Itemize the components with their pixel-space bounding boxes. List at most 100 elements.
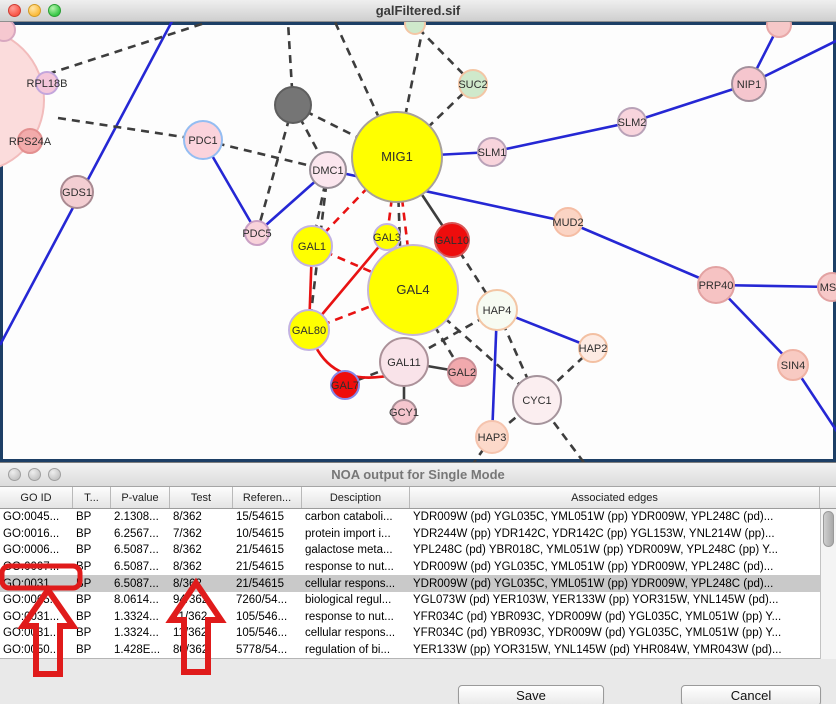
- cell: YFR034C (pd) YBR093C, YDR009W (pd) YGL03…: [410, 611, 820, 623]
- node-label-HAP4: HAP4: [483, 305, 512, 317]
- cell: 6.5087...: [111, 544, 170, 556]
- cell: BP: [73, 511, 111, 523]
- edge: [632, 84, 749, 122]
- table-row[interactable]: GO:0045...BP2.1308...8/36215/54615carbon…: [0, 509, 836, 526]
- table-row[interactable]: GO:0065...BP8.0614...94/3627260/54...bio…: [0, 592, 836, 609]
- node-label-GAL4: GAL4: [396, 282, 429, 297]
- cell: 1.3324...: [111, 611, 170, 623]
- node-label-GAL7: GAL7: [331, 380, 359, 392]
- cell: GO:0006...: [0, 544, 73, 556]
- network-titlebar[interactable]: galFiltered.sif: [0, 0, 836, 22]
- node-label-MSN: MSN: [820, 282, 836, 294]
- cell: YDR244W (pp) YDR142C, YDR142C (pp) YGL15…: [410, 528, 820, 540]
- header-scrollbar-spacer: [820, 487, 836, 508]
- scrollbar-thumb[interactable]: [823, 511, 834, 547]
- cell: 7/362: [170, 528, 233, 540]
- column-header-desciption[interactable]: Desciption: [302, 487, 410, 508]
- cell: GO:0031...: [0, 578, 73, 590]
- cell: galactose meta...: [302, 544, 410, 556]
- cell: 8.0614...: [111, 594, 170, 606]
- cell: 7260/54...: [233, 594, 302, 606]
- table-row[interactable]: GO:0031...BP6.5087...8/36221/54615cellul…: [0, 575, 836, 592]
- cell: BP: [73, 594, 111, 606]
- cell: 8/362: [170, 561, 233, 573]
- column-header-t[interactable]: T...: [73, 487, 111, 508]
- node-pink-cut-tr[interactable]: [767, 22, 791, 37]
- cell: YFR034C (pd) YBR093C, YDR009W (pd) YGL03…: [410, 627, 820, 639]
- cell: GO:0050...: [0, 644, 73, 656]
- node-label-SLM1: SLM1: [478, 147, 507, 159]
- node-label-GDS1: GDS1: [62, 187, 92, 199]
- cell: 8/362: [170, 544, 233, 556]
- table-row[interactable]: GO:0031...BP1.3324...11/362105/546...res…: [0, 609, 836, 626]
- node-label-DMC1: DMC1: [312, 165, 343, 177]
- cell: 10/54615: [233, 528, 302, 540]
- cancel-button[interactable]: Cancel: [681, 685, 821, 704]
- node-label-GAL2: GAL2: [448, 367, 476, 379]
- node-label-GAL80: GAL80: [292, 325, 326, 337]
- node-label-PRP40: PRP40: [699, 280, 734, 292]
- cell: 105/546...: [233, 627, 302, 639]
- cell: 6.5087...: [111, 578, 170, 590]
- close-icon[interactable]: [8, 4, 21, 17]
- table-row[interactable]: GO:0016...BP6.2567...7/36210/54615protei…: [0, 526, 836, 543]
- table-scrollbar[interactable]: [820, 509, 836, 659]
- cell: 1.3324...: [111, 627, 170, 639]
- cell: biological regul...: [302, 594, 410, 606]
- noa-titlebar[interactable]: NOA output for Single Mode: [0, 463, 836, 487]
- edge: [568, 222, 716, 285]
- node-label-GCY1: GCY1: [389, 407, 419, 419]
- node-label-SUC2: SUC2: [458, 79, 487, 91]
- edge: [257, 105, 293, 233]
- node-label-GAL3: GAL3: [373, 232, 401, 244]
- cell: 8/362: [170, 578, 233, 590]
- node-green-cut[interactable]: [405, 22, 425, 34]
- cell: protein import i...: [302, 528, 410, 540]
- node-label-MUD2: MUD2: [552, 217, 583, 229]
- column-header-p-value[interactable]: P-value: [111, 487, 170, 508]
- noa-traffic-lights: [8, 468, 61, 481]
- node-label-GAL1: GAL1: [298, 241, 326, 253]
- node-label-HAP3: HAP3: [478, 432, 507, 444]
- cell: BP: [73, 528, 111, 540]
- table-row[interactable]: GO:0006...BP6.5087...8/36221/54615galact…: [0, 542, 836, 559]
- node-label-HAP2: HAP2: [579, 343, 608, 355]
- cell: cellular respons...: [302, 627, 410, 639]
- column-header-test[interactable]: Test: [170, 487, 233, 508]
- cell: BP: [73, 544, 111, 556]
- table-row[interactable]: GO:0007...BP6.5087...8/36221/54615respon…: [0, 559, 836, 576]
- table-header-row: GO IDT...P-valueTestReferen...Desciption…: [0, 487, 836, 509]
- cell: 8/362: [170, 511, 233, 523]
- column-header-go-id[interactable]: GO ID: [0, 487, 73, 508]
- zoom-icon[interactable]: [48, 468, 61, 481]
- cell: BP: [73, 644, 111, 656]
- cell: BP: [73, 578, 111, 590]
- minimize-icon[interactable]: [28, 4, 41, 17]
- node-label-RPS24A: RPS24A: [9, 136, 52, 148]
- cell: BP: [73, 627, 111, 639]
- cell: 105/546...: [233, 611, 302, 623]
- edge: [58, 118, 203, 140]
- node-label-GAL10: GAL10: [435, 235, 469, 247]
- minimize-icon[interactable]: [28, 468, 41, 481]
- table-row[interactable]: GO:0050...BP1.428E...80/3625778/54...reg…: [0, 642, 836, 659]
- cell: 2.1308...: [111, 511, 170, 523]
- node-corner-tl[interactable]: [0, 22, 15, 41]
- cell: 21/54615: [233, 561, 302, 573]
- column-header-referen[interactable]: Referen...: [233, 487, 302, 508]
- column-header-associated-edges[interactable]: Associated edges: [410, 487, 820, 508]
- cell: 94/362: [170, 594, 233, 606]
- cell: YDR009W (pd) YGL035C, YML051W (pp) YDR00…: [410, 561, 820, 573]
- button-row: Save Cancel: [0, 683, 836, 704]
- screen: galFiltered.sif RPL18BRPS24AGDS1PDC1PDC5…: [0, 0, 836, 704]
- node-gray-node[interactable]: [275, 87, 311, 123]
- save-button[interactable]: Save: [458, 685, 604, 704]
- node-label-PDC1: PDC1: [188, 135, 217, 147]
- cell: response to nut...: [302, 561, 410, 573]
- zoom-icon[interactable]: [48, 4, 61, 17]
- network-canvas[interactable]: RPL18BRPS24AGDS1PDC1PDC5DMC1MIG1SUC2SLM1…: [0, 22, 836, 462]
- edge: [492, 122, 632, 152]
- node-label-GAL11: GAL11: [387, 357, 420, 369]
- table-row[interactable]: GO:0031...BP1.3324...11/362105/546...cel…: [0, 625, 836, 642]
- close-icon[interactable]: [8, 468, 21, 481]
